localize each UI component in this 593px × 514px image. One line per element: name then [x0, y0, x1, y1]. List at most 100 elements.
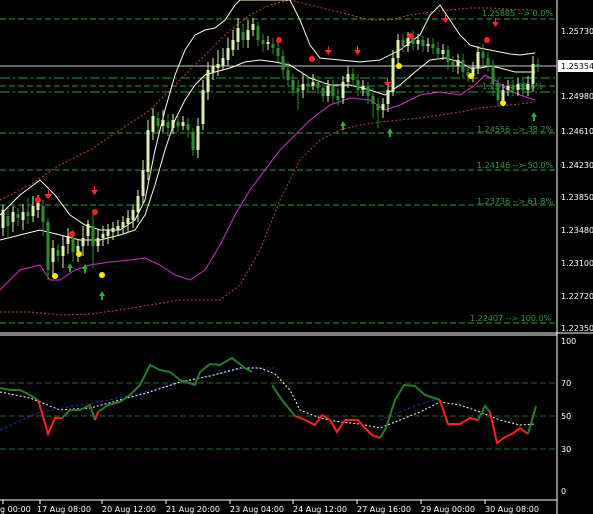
candle-body [336, 96, 340, 100]
down-arrow-icon [325, 46, 332, 55]
candle-body [216, 64, 220, 68]
candle-body [196, 126, 200, 150]
rsi-up-segment [477, 404, 491, 421]
candle-body [431, 44, 435, 48]
rsi-levels [0, 382, 557, 450]
candle-body [166, 122, 170, 128]
candle-body [281, 56, 285, 70]
up-arrow-icon [387, 128, 393, 137]
candle-body [366, 86, 370, 96]
candle-body [386, 90, 390, 104]
candle-body [31, 206, 35, 216]
candle-body [51, 248, 55, 262]
candle-body [316, 82, 320, 88]
candle-body [526, 84, 530, 90]
rsi-signal-line [0, 367, 536, 429]
candle-body [501, 90, 505, 100]
rsi-up-segment [527, 405, 537, 435]
up-arrow-icon [82, 264, 88, 273]
time-axis[interactable]: g 00:00 17 Aug 08:00 20 Aug 12:00 21 Aug… [0, 499, 557, 514]
fibo-label-50: 1.24146 --> 50.0% [477, 161, 553, 170]
red-dot [408, 33, 414, 39]
candle-body [241, 32, 245, 40]
candle-body [191, 132, 195, 150]
candle-body [436, 48, 440, 54]
candle-body [356, 80, 360, 90]
rsi-up-segment [0, 387, 39, 401]
price-label: 1.24980 [561, 92, 593, 101]
candle-body [521, 84, 525, 90]
candle-body [411, 38, 415, 44]
indicator-panel[interactable]: 100 70 50 30 0 [0, 337, 576, 496]
candle-body [221, 58, 225, 66]
candle-body [1, 210, 5, 228]
candle-body [396, 40, 400, 58]
candle-body [446, 50, 450, 62]
candle-body [416, 40, 420, 44]
candle-body [311, 82, 315, 86]
candle-body [96, 238, 100, 246]
rsi-down-segment [37, 399, 62, 437]
candle-body [86, 224, 90, 236]
candle-body [176, 122, 180, 126]
time-label: 24 Aug 12:00 [293, 505, 347, 514]
price-scale[interactable]: 1.25730 1.25354 1.24980 1.24610 1.24230 … [558, 27, 593, 333]
candle-body [531, 64, 535, 84]
candle-body [71, 238, 75, 252]
time-label: 21 Aug 20:00 [166, 505, 220, 514]
candle-body [126, 218, 130, 224]
rsi-down-segment [294, 413, 381, 439]
time-label: 23 Aug 04:00 [230, 505, 284, 514]
candle-body [341, 82, 345, 98]
candle-body [371, 96, 375, 104]
up-arrow-icon [99, 291, 105, 300]
candle-body [226, 48, 230, 60]
rsi-up-segment [97, 356, 253, 413]
candle-body [426, 44, 430, 46]
rsi-down-segment [94, 411, 99, 421]
candle-body [246, 30, 250, 40]
yellow-dot [52, 273, 58, 279]
yellow-dot [396, 63, 402, 69]
time-ticks [2, 500, 486, 504]
candle-body [131, 210, 135, 220]
candle-body [491, 66, 495, 84]
candle-body [106, 230, 110, 236]
fibo-label-38-2: 1.24556 --> 38.2% [477, 125, 553, 134]
candle-body [261, 40, 265, 44]
yellow-dot [468, 73, 474, 79]
down-arrow-icon [442, 14, 449, 23]
candle-body [46, 222, 50, 270]
rsi-scale: 100 70 50 30 0 [561, 337, 576, 496]
candle-body [101, 234, 105, 238]
candle-body [361, 86, 365, 90]
candle-body [391, 58, 395, 92]
time-label: g 00:00 [0, 505, 31, 514]
candle-body [351, 74, 355, 80]
red-dot [484, 37, 490, 43]
yellow-dot [500, 100, 506, 106]
candle-body [256, 26, 260, 40]
time-label: 20 Aug 12:00 [102, 505, 156, 514]
up-arrow-icon [531, 112, 537, 121]
price-label: 1.23850 [561, 193, 593, 202]
time-label: 27 Aug 16:00 [357, 505, 411, 514]
candle-body [296, 88, 300, 92]
lower-outer-band [0, 101, 536, 316]
candle-body [41, 206, 45, 222]
rsi-trend-line [0, 367, 275, 431]
fibo-label-100: 1.22407 --> 100.0% [470, 314, 552, 323]
red-dot [35, 197, 41, 203]
price-label: 1.22350 [561, 324, 593, 333]
lower-inner-band [0, 74, 536, 291]
trading-chart[interactable]: 1.25885 --> 0.0% 1.25 --> 23.6% 1.24556 … [0, 0, 593, 514]
candle-body [141, 170, 145, 196]
candle-body [376, 104, 380, 110]
yellow-dot [99, 272, 105, 278]
price-label: 1.23100 [561, 259, 593, 268]
candles[interactable] [1, 18, 540, 280]
candle-body [181, 122, 185, 126]
time-label: 30 Aug 08:00 [485, 505, 539, 514]
candle-body [231, 40, 235, 50]
candle-body [346, 74, 350, 82]
